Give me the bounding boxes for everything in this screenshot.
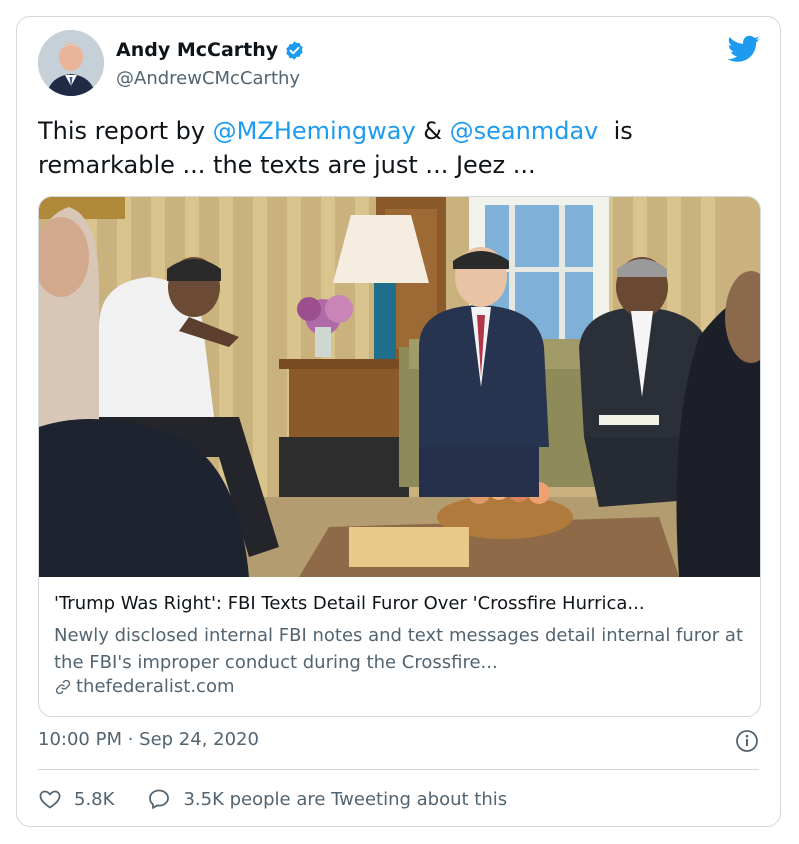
author-handle[interactable]: @AndrewCMcCarthy: [116, 68, 300, 89]
link-card-title[interactable]: 'Trump Was Right': FBI Texts Detail Furo…: [54, 593, 754, 614]
tweet-timestamp[interactable]: 10:00 PM · Sep 24, 2020: [38, 729, 259, 750]
conversation-count: 3.5K people are Tweeting about this: [183, 788, 508, 810]
info-icon[interactable]: [735, 729, 759, 753]
tweet-actions: 5.8K 3.5K people are Tweeting about this: [38, 787, 507, 811]
conversation-button[interactable]: 3.5K people are Tweeting about this: [147, 787, 507, 811]
author-name[interactable]: Andy McCarthy: [116, 39, 278, 61]
link-icon: [55, 679, 71, 694]
link-card-domain[interactable]: thefederalist.com: [76, 676, 234, 697]
tweet-embed-card: Andy McCarthy @AndrewCMcCarthy This repo…: [16, 16, 781, 827]
divider: [38, 769, 759, 770]
tweet-text: This report by @MZHemingway & @seanmdav …: [38, 114, 758, 182]
author-name-row[interactable]: Andy McCarthy: [116, 39, 305, 61]
article-photo: [39, 197, 760, 577]
like-button[interactable]: 5.8K: [38, 787, 114, 811]
link-preview-card[interactable]: 'Trump Was Right': FBI Texts Detail Furo…: [38, 196, 761, 717]
mention-link-mzhemingway[interactable]: @MZHemingway: [213, 117, 416, 145]
avatar[interactable]: [38, 30, 104, 96]
avatar-image: [38, 30, 104, 96]
mention-link-seanmdav[interactable]: @seanmdav: [450, 117, 599, 145]
link-card-description: Newly disclosed internal FBI notes and t…: [54, 625, 744, 673]
tweet-text-part: &: [415, 117, 450, 145]
like-count: 5.8K: [74, 788, 115, 810]
heart-icon: [39, 790, 61, 809]
link-card-domain-row[interactable]: thefederalist.com: [54, 676, 234, 697]
twitter-bird-icon[interactable]: [728, 35, 760, 63]
speech-bubble-icon: [149, 789, 170, 809]
verified-badge-icon: [286, 40, 303, 60]
tweet-text-part: This report by: [38, 117, 213, 145]
